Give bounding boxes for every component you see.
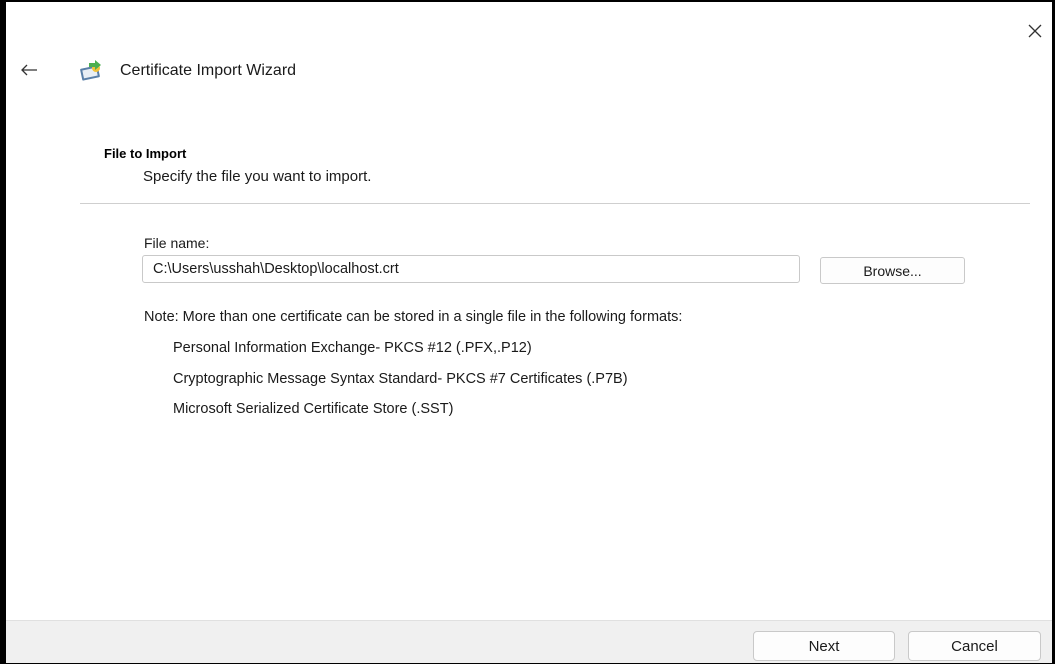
note-text: Note: More than one certificate can be s… bbox=[144, 309, 683, 325]
back-arrow-icon bbox=[21, 64, 37, 76]
back-button[interactable] bbox=[14, 58, 44, 82]
close-icon bbox=[1028, 24, 1042, 38]
format-item: Personal Information Exchange- PKCS #12 … bbox=[173, 340, 532, 356]
browse-button[interactable]: Browse... bbox=[820, 257, 965, 284]
cancel-button[interactable]: Cancel bbox=[908, 631, 1041, 661]
format-item: Microsoft Serialized Certificate Store (… bbox=[173, 401, 454, 417]
section-title: File to Import bbox=[104, 146, 187, 161]
wizard-window bbox=[0, 0, 1055, 664]
file-name-input[interactable] bbox=[142, 255, 800, 283]
certificate-import-icon bbox=[80, 60, 101, 81]
header-separator bbox=[80, 203, 1030, 204]
footer-bar: Next Cancel bbox=[6, 620, 1052, 663]
section-description: Specify the file you want to import. bbox=[143, 168, 372, 185]
file-name-label: File name: bbox=[144, 235, 210, 251]
next-button[interactable]: Next bbox=[753, 631, 895, 661]
format-item: Cryptographic Message Syntax Standard- P… bbox=[173, 371, 628, 387]
wizard-title: Certificate Import Wizard bbox=[120, 62, 297, 79]
close-button[interactable] bbox=[1020, 16, 1050, 46]
